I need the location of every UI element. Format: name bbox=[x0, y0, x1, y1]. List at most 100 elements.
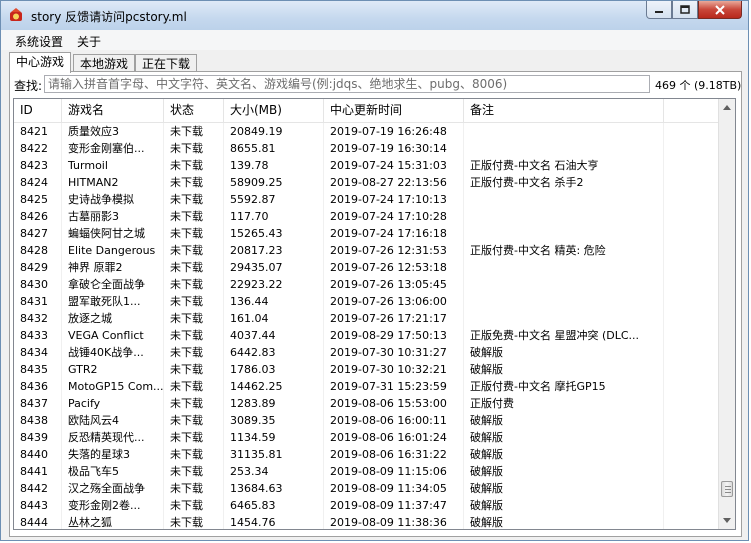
column-header-size[interactable]: 大小(MB) bbox=[224, 99, 324, 122]
cell-updated: 2019-07-26 13:06:00 bbox=[330, 295, 447, 308]
title-bar[interactable]: story 反馈请访问pcstory.ml bbox=[1, 1, 748, 30]
tab-center-games[interactable]: 中心游戏 bbox=[9, 52, 71, 73]
cell-status: 未下载 bbox=[170, 312, 203, 325]
cell-note: 破解版 bbox=[470, 499, 503, 512]
table-row[interactable]: 8435 GTR2 未下载 1786.03 2019-07-30 10:32:21 破解版 bbox=[14, 361, 720, 378]
cell-size: 20817.23 bbox=[230, 244, 283, 257]
cell-size: 31135.81 bbox=[230, 448, 283, 461]
arrow-up-icon bbox=[723, 105, 731, 110]
table-row[interactable]: 8421 质量效应3 未下载 20849.19 2019-07-19 16:26:48 bbox=[14, 123, 720, 140]
cell-id: 8421 bbox=[20, 125, 48, 138]
close-icon bbox=[715, 4, 725, 15]
search-label: 查找: bbox=[14, 79, 43, 93]
maximize-icon bbox=[680, 5, 690, 14]
table-row[interactable]: 8439 反恐精英现代... 未下载 1134.59 2019-08-06 16:01:… bbox=[14, 429, 720, 446]
cell-name: 变形金刚2卷... bbox=[68, 499, 141, 512]
table-row[interactable]: 8423 Turmoil 未下载 139.78 2019-07-24 15:31:03 正… bbox=[14, 157, 720, 174]
cell-status: 未下载 bbox=[170, 380, 203, 393]
table-row[interactable]: 8431 盟军敢死队1... 未下载 136.44 2019-07-26 13:06:0… bbox=[14, 293, 720, 310]
column-header-note[interactable]: 备注 bbox=[464, 99, 664, 122]
cell-id: 8432 bbox=[20, 312, 48, 325]
menu-about[interactable]: 关于 bbox=[77, 33, 101, 50]
search-input[interactable] bbox=[44, 75, 650, 93]
minimize-button[interactable] bbox=[646, 1, 672, 19]
table-row[interactable]: 8440 失落的星球3 未下载 31135.81 2019-08-06 16:31:22… bbox=[14, 446, 720, 463]
column-header-status[interactable]: 状态 bbox=[164, 99, 224, 122]
table-row[interactable]: 8437 Pacify 未下载 1283.89 2019-08-06 15:53:00 正… bbox=[14, 395, 720, 412]
app-window: story 反馈请访问pcstory.ml 系统设置 关于 中心游戏 本地游戏 … bbox=[0, 0, 749, 541]
column-header-updated[interactable]: 中心更新时间 bbox=[324, 99, 464, 122]
table-row[interactable]: 8425 史诗战争模拟 未下载 5592.87 2019-07-24 17:10:13 bbox=[14, 191, 720, 208]
table-row[interactable]: 8430 拿破仑全面战争 未下载 22923.22 2019-07-26 13:05:4… bbox=[14, 276, 720, 293]
cell-size: 1786.03 bbox=[230, 363, 276, 376]
table-row[interactable]: 8433 VEGA Conflict 未下载 4037.44 2019-08-29 17… bbox=[14, 327, 720, 344]
cell-updated: 2019-08-06 16:31:22 bbox=[330, 448, 447, 461]
table-row[interactable]: 8429 神界 原罪2 未下载 29435.07 2019-07-26 12:53:18 bbox=[14, 259, 720, 276]
cell-note bbox=[464, 123, 664, 140]
arrow-down-icon bbox=[723, 518, 731, 523]
cell-note bbox=[464, 208, 664, 225]
cell-name: HITMAN2 bbox=[68, 176, 119, 189]
tab-local-games[interactable]: 本地游戏 bbox=[73, 54, 135, 72]
table-row[interactable]: 8424 HITMAN2 未下载 58909.25 2019-08-27 22:13:5… bbox=[14, 174, 720, 191]
table-row[interactable]: 8438 欧陆风云4 未下载 3089.35 2019-08-06 16:00:11 破解… bbox=[14, 412, 720, 429]
menu-bar: 系统设置 关于 bbox=[1, 30, 748, 50]
cell-size: 1454.76 bbox=[230, 516, 276, 529]
cell-note: 正版免费-中文名 星盟冲突 (DLC... bbox=[470, 329, 640, 342]
table-row[interactable]: 8443 变形金刚2卷... 未下载 6465.83 2019-08-09 11:37:… bbox=[14, 497, 720, 514]
thumb-grip bbox=[725, 492, 731, 493]
column-header-name[interactable]: 游戏名 bbox=[62, 99, 164, 122]
cell-name: Elite Dangerous bbox=[68, 244, 156, 257]
cell-status: 未下载 bbox=[170, 278, 203, 291]
scroll-thumb[interactable] bbox=[721, 481, 733, 497]
table-row[interactable]: 8434 战锤40K战争... 未下载 6442.83 2019-07-30 10:31… bbox=[14, 344, 720, 361]
table-row[interactable]: 8432 放逐之城 未下载 161.04 2019-07-26 17:21:17 bbox=[14, 310, 720, 327]
cell-size: 136.44 bbox=[230, 295, 269, 308]
cell-status: 未下载 bbox=[170, 414, 203, 427]
tab-downloading[interactable]: 正在下载 bbox=[135, 54, 197, 72]
cell-updated: 2019-07-26 17:21:17 bbox=[330, 312, 447, 325]
cell-updated: 2019-07-30 10:32:21 bbox=[330, 363, 447, 376]
maximize-button[interactable] bbox=[672, 1, 698, 19]
thumb-grip bbox=[725, 489, 731, 490]
vertical-scrollbar[interactable] bbox=[718, 99, 735, 529]
table-row[interactable]: 8422 变形金刚塞伯... 未下载 8655.81 2019-07-19 16:30:… bbox=[14, 140, 720, 157]
tab-panel: 查找: 469 个 (9.18TB) ID 游戏名 状态 大小(MB) 中心更新… bbox=[9, 71, 742, 537]
cell-status: 未下载 bbox=[170, 261, 203, 274]
table-row[interactable]: 8436 MotoGP15 Com... 未下载 14462.25 2019-07-31… bbox=[14, 378, 720, 395]
cell-note bbox=[464, 310, 664, 327]
table-row[interactable]: 8426 古墓丽影3 未下载 117.70 2019-07-24 17:10:28 bbox=[14, 208, 720, 225]
cell-name: 放逐之城 bbox=[68, 312, 112, 325]
cell-size: 1283.89 bbox=[230, 397, 276, 410]
cell-size: 6442.83 bbox=[230, 346, 276, 359]
scroll-down-button[interactable] bbox=[719, 512, 735, 529]
cell-status: 未下载 bbox=[170, 448, 203, 461]
cell-size: 3089.35 bbox=[230, 414, 276, 427]
cell-size: 20849.19 bbox=[230, 125, 283, 138]
cell-name: 拿破仑全面战争 bbox=[68, 278, 145, 291]
scroll-up-button[interactable] bbox=[719, 99, 735, 116]
table-row[interactable]: 8441 极品飞车5 未下载 253.34 2019-08-09 11:15:06 破解版 bbox=[14, 463, 720, 480]
game-list[interactable]: ID 游戏名 状态 大小(MB) 中心更新时间 备注 8421 质量效应3 未下载 2… bbox=[13, 98, 736, 530]
cell-id: 8430 bbox=[20, 278, 48, 291]
cell-updated: 2019-07-24 17:10:28 bbox=[330, 210, 447, 223]
cell-status: 未下载 bbox=[170, 244, 203, 257]
table-row[interactable]: 8442 汉之殇全面战争 未下载 13684.63 2019-08-09 11:34:0… bbox=[14, 480, 720, 497]
cell-status: 未下载 bbox=[170, 125, 203, 138]
column-header-id[interactable]: ID bbox=[14, 99, 62, 122]
cell-note bbox=[464, 276, 664, 293]
cell-updated: 2019-07-24 17:10:13 bbox=[330, 193, 447, 206]
table-row[interactable]: 8444 丛林之狐 未下载 1454.76 2019-08-09 11:38:36 破解版 bbox=[14, 514, 720, 529]
minimize-icon bbox=[655, 10, 663, 13]
list-rows: 8421 质量效应3 未下载 20849.19 2019-07-19 16:26:48 8… bbox=[14, 123, 720, 529]
menu-system-settings[interactable]: 系统设置 bbox=[15, 33, 63, 50]
table-row[interactable]: 8428 Elite Dangerous 未下载 20817.23 2019-07-26… bbox=[14, 242, 720, 259]
cell-note: 破解版 bbox=[470, 346, 503, 359]
table-row[interactable]: 8427 蝙蝠侠阿甘之城 未下载 15265.43 2019-07-24 17:16:1… bbox=[14, 225, 720, 242]
cell-note bbox=[464, 225, 664, 242]
cell-updated: 2019-07-26 12:53:18 bbox=[330, 261, 447, 274]
close-button[interactable] bbox=[698, 1, 742, 19]
cell-size: 13684.63 bbox=[230, 482, 283, 495]
cell-id: 8428 bbox=[20, 244, 48, 257]
cell-id: 8422 bbox=[20, 142, 48, 155]
